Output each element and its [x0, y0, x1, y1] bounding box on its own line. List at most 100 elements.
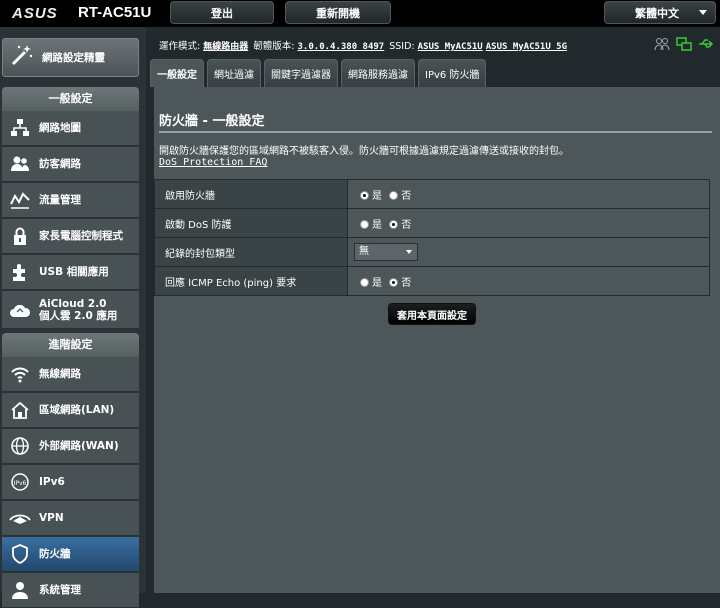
- administration-icon: [9, 579, 31, 601]
- radio-yes-label: 是: [372, 190, 382, 202]
- sidebar: 網路設定精靈 一般設定 網路地圖 訪客網路 流量管理 家長電腦控制程式 USB …: [0, 27, 146, 608]
- tab-general[interactable]: 一般設定: [150, 59, 204, 87]
- enable-firewall-no-radio[interactable]: 否: [389, 190, 412, 202]
- sidebar-item-label: 外部網路(WAN): [39, 440, 119, 452]
- logout-button[interactable]: 登出: [170, 1, 274, 24]
- sidebar-item-wan[interactable]: 外部網路(WAN): [2, 429, 139, 464]
- apply-button[interactable]: 套用本頁面設定: [388, 303, 476, 325]
- sidebar-item-administration[interactable]: 系統管理: [2, 573, 139, 608]
- usb-status-icon[interactable]: [698, 36, 714, 52]
- internet-status-icon[interactable]: [676, 36, 692, 52]
- tab-keyword-filter[interactable]: 關鍵字過濾器: [264, 59, 338, 87]
- firewall-icon: [9, 543, 31, 565]
- magic-wand-icon: [10, 43, 36, 72]
- table-row: 啟用防火牆 是 否: [154, 179, 710, 209]
- guest-network-icon: [9, 153, 31, 175]
- page-description: 開啟防火牆保護您的區域網路不被駭客入侵。防火牆可根據過濾規定過濾傳送或接收的封包…: [159, 146, 569, 157]
- select-value: 無: [359, 246, 369, 257]
- wireless-icon: [9, 363, 31, 385]
- top-bar: ASUS RT-AC51U 登出 重新開機 繁體中文: [0, 0, 720, 27]
- radio-yes-label: 是: [372, 277, 382, 289]
- ssid-5g-link[interactable]: ASUS_MyAC51U_5G: [486, 42, 567, 52]
- sidebar-item-wireless[interactable]: 無線網路: [2, 357, 139, 392]
- sidebar-item-label: 家長電腦控制程式: [39, 230, 123, 242]
- respond-ping-no-radio[interactable]: 否: [389, 277, 412, 289]
- sidebar-item-traffic-manager[interactable]: 流量管理: [2, 183, 139, 218]
- respond-ping-label: 回應 ICMP Echo (ping) 要求: [154, 266, 348, 296]
- sidebar-item-label: 訪客網路: [39, 158, 81, 170]
- sidebar-item-aicloud[interactable]: AiCloud 2.0 個人雲 2.0 應用: [2, 291, 139, 329]
- quick-setup-button[interactable]: 網路設定精靈: [2, 38, 139, 77]
- globe-icon: [9, 435, 31, 457]
- sidebar-item-vpn[interactable]: VPN: [2, 501, 139, 536]
- firewall-panel: 防火牆 - 一般設定 開啟防火牆保護您的區域網路不被駭客入侵。防火牆可根據過濾規…: [154, 87, 720, 593]
- respond-ping-yes-radio[interactable]: 是: [360, 277, 382, 289]
- sidebar-item-lan[interactable]: 區域網路(LAN): [2, 393, 139, 428]
- ssid-label: SSID:: [389, 41, 415, 52]
- quick-setup-label: 網路設定精靈: [42, 52, 105, 64]
- lan-icon: [9, 399, 31, 421]
- parental-control-icon: [9, 225, 31, 247]
- ipv6-icon: IPv6: [9, 471, 31, 493]
- sidebar-item-label: 區域網路(LAN): [39, 404, 115, 416]
- sidebar-item-label: 無線網路: [39, 368, 81, 380]
- firewall-settings-table: 啟用防火牆 是 否 啟動 DoS 防護 是 否 紀錄的封包類型 無 回應 ICM…: [154, 179, 710, 296]
- sidebar-item-usb-application[interactable]: USB 相關應用: [2, 255, 139, 290]
- radio-yes-label: 是: [372, 219, 382, 231]
- radio-no-label: 否: [401, 190, 412, 202]
- chevron-down-icon: [406, 250, 412, 254]
- radio-selected-icon: [360, 190, 369, 200]
- usb-application-icon: [9, 261, 31, 283]
- tab-network-services-filter[interactable]: 網路服務過濾: [341, 59, 415, 87]
- aicloud-label-line1: AiCloud 2.0: [39, 297, 107, 310]
- tab-bar: 一般設定 網址過濾 關鍵字過濾器 網路服務過濾 IPv6 防火牆: [150, 59, 489, 87]
- dos-faq-link[interactable]: DoS Protection FAQ: [159, 157, 267, 168]
- logged-packets-select[interactable]: 無: [354, 243, 418, 261]
- sidebar-item-firewall[interactable]: 防火牆: [2, 537, 139, 572]
- reboot-button[interactable]: 重新開機: [285, 1, 391, 24]
- enable-dos-yes-radio[interactable]: 是: [360, 219, 382, 231]
- advanced-section-header: 進階設定: [2, 333, 139, 357]
- firmware-label: 韌體版本:: [253, 41, 295, 52]
- aicloud-label-line2: 個人雲 2.0 應用: [39, 309, 118, 322]
- table-row: 紀錄的封包類型 無: [154, 237, 710, 267]
- mode-label: 運作模式:: [159, 41, 201, 52]
- clients-icon[interactable]: [654, 36, 670, 52]
- radio-selected-icon: [389, 219, 399, 229]
- status-icons: [654, 36, 714, 52]
- title-divider: [159, 131, 712, 133]
- asus-logo: ASUS: [12, 5, 58, 22]
- sidebar-item-label: 系統管理: [39, 584, 81, 596]
- radio-icon: [360, 219, 369, 229]
- general-section-header: 一般設定: [2, 87, 139, 111]
- radio-no-label: 否: [401, 277, 412, 289]
- chevron-down-icon: [699, 10, 707, 15]
- table-row: 啟動 DoS 防護 是 否: [154, 208, 710, 238]
- radio-icon: [360, 277, 369, 287]
- firmware-version-link[interactable]: 3.0.0.4.380_8497: [298, 42, 385, 52]
- enable-dos-no-radio[interactable]: 否: [389, 219, 412, 231]
- radio-icon: [389, 190, 399, 200]
- vpn-icon: [9, 507, 31, 529]
- main-content: 運作模式: 無線路由器 韌體版本: 3.0.0.4.380_8497 SSID:…: [150, 27, 720, 593]
- ssid-24g-link[interactable]: ASUS_MyAC51U: [418, 42, 483, 52]
- language-select[interactable]: 繁體中文: [604, 1, 716, 24]
- sidebar-item-label: 流量管理: [39, 194, 81, 206]
- enable-firewall-yes-radio[interactable]: 是: [360, 190, 382, 202]
- table-row: 回應 ICMP Echo (ping) 要求 是 否: [154, 266, 710, 296]
- sidebar-item-label: 防火牆: [39, 548, 71, 560]
- radio-selected-icon: [389, 277, 399, 287]
- mode-value-link[interactable]: 無線路由器: [203, 42, 248, 52]
- radio-no-label: 否: [401, 219, 412, 231]
- page-title: 防火牆 - 一般設定: [159, 114, 265, 129]
- sidebar-item-ipv6[interactable]: IPv6 IPv6: [2, 465, 139, 500]
- sidebar-item-guest-network[interactable]: 訪客網路: [2, 147, 139, 182]
- tab-url-filter[interactable]: 網址過濾: [207, 59, 261, 87]
- svg-text:IPv6: IPv6: [14, 480, 27, 487]
- sidebar-item-label: 網路地圖: [39, 122, 81, 134]
- sidebar-item-network-map[interactable]: 網路地圖: [2, 111, 139, 146]
- tab-ipv6-firewall[interactable]: IPv6 防火牆: [418, 59, 487, 87]
- aicloud-icon: [9, 299, 31, 321]
- sidebar-item-parental-control[interactable]: 家長電腦控制程式: [2, 219, 139, 254]
- enable-firewall-label: 啟用防火牆: [154, 179, 348, 209]
